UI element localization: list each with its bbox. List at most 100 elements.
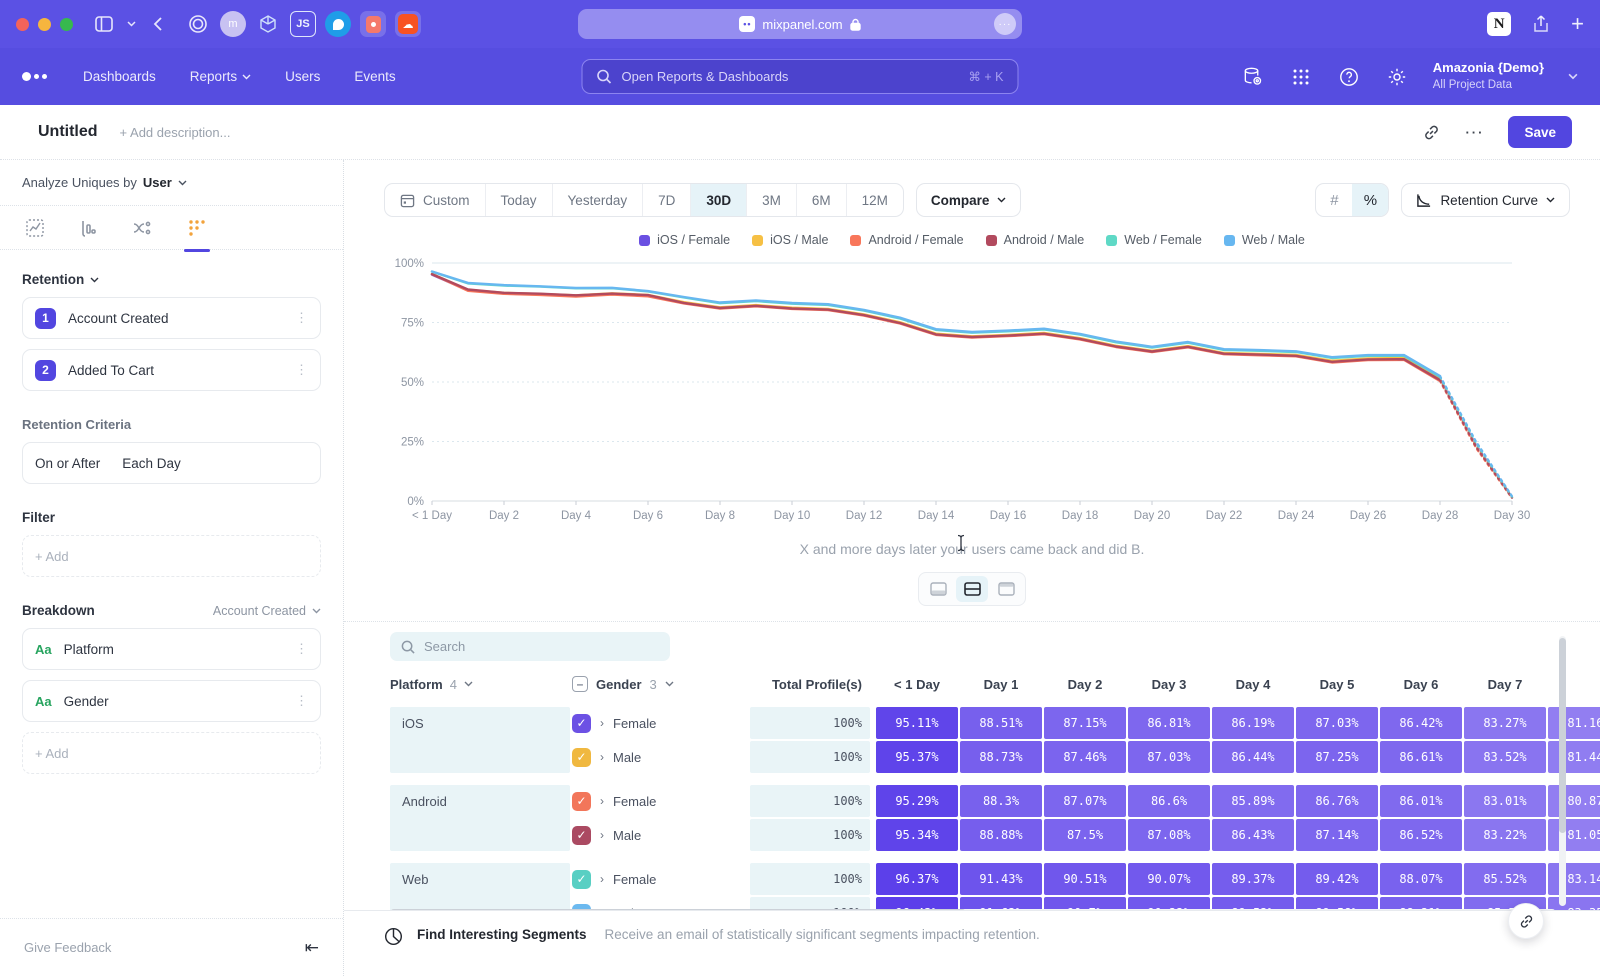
- share-icon[interactable]: [1533, 15, 1549, 33]
- extension-ring-icon[interactable]: [185, 11, 211, 37]
- vertical-scrollbar[interactable]: [1559, 636, 1566, 906]
- more-options-button[interactable]: ···: [1465, 125, 1484, 140]
- kebab-menu-icon[interactable]: ⋮: [295, 362, 308, 378]
- tab-retention[interactable]: [188, 206, 206, 250]
- tab-insights[interactable]: [26, 206, 44, 250]
- global-search[interactable]: Open Reports & Dashboards ⌘ + K: [582, 59, 1019, 94]
- apps-grid-icon[interactable]: [1289, 65, 1313, 89]
- select-all-checkbox[interactable]: –: [572, 676, 588, 692]
- legend-item[interactable]: iOS / Male: [752, 233, 828, 247]
- kebab-menu-icon[interactable]: ⋮: [295, 693, 308, 709]
- range-today[interactable]: Today: [485, 184, 552, 216]
- chevron-down-icon[interactable]: [125, 11, 137, 37]
- day-column-header[interactable]: Day 6: [1380, 677, 1462, 692]
- kebab-menu-icon[interactable]: ⋮: [295, 310, 308, 326]
- breakdown-gender[interactable]: Aa Gender ⋮: [22, 680, 321, 722]
- back-icon[interactable]: [145, 11, 171, 37]
- compare-button[interactable]: Compare: [916, 183, 1022, 217]
- range-yesterday[interactable]: Yesterday: [552, 184, 643, 216]
- gender-column-header[interactable]: – Gender3: [570, 676, 750, 692]
- chevron-down-icon[interactable]: [178, 180, 187, 186]
- series-checkbox[interactable]: ✓: [572, 714, 591, 733]
- analyze-value-dropdown[interactable]: User: [143, 175, 172, 190]
- retention-section-heading[interactable]: Retention: [22, 272, 321, 287]
- mixpanel-logo[interactable]: [22, 72, 47, 81]
- help-icon[interactable]: [1337, 65, 1361, 89]
- absolute-numbers-toggle[interactable]: #: [1316, 184, 1352, 216]
- series-checkbox[interactable]: ✓: [572, 748, 591, 767]
- expand-row-icon[interactable]: ›: [600, 828, 604, 842]
- range-custom[interactable]: Custom: [385, 184, 485, 216]
- extension-cube-icon[interactable]: [255, 11, 281, 37]
- layout-split-button[interactable]: [956, 576, 988, 602]
- settings-gear-icon[interactable]: [1385, 65, 1409, 89]
- find-segments-link[interactable]: Find Interesting Segments: [417, 927, 587, 976]
- copy-link-icon[interactable]: [1422, 123, 1441, 142]
- table-search-input[interactable]: Search: [390, 632, 670, 661]
- expand-row-icon[interactable]: ›: [600, 750, 604, 764]
- series-checkbox[interactable]: ✓: [572, 870, 591, 889]
- minimize-window-button[interactable]: [38, 18, 51, 31]
- data-management-icon[interactable]: [1241, 65, 1265, 89]
- retention-step-2[interactable]: 2 Added To Cart ⋮: [22, 349, 321, 391]
- add-description[interactable]: + Add description...: [120, 125, 231, 140]
- extension-js-icon[interactable]: JS: [290, 11, 316, 37]
- series-checkbox[interactable]: ✓: [572, 826, 591, 845]
- nav-item-events[interactable]: Events: [354, 69, 395, 84]
- day-column-header[interactable]: < 1 Day: [876, 677, 958, 692]
- retention-step-1[interactable]: 1 Account Created ⋮: [22, 297, 321, 339]
- series-checkbox[interactable]: ✓: [572, 792, 591, 811]
- breakdown-platform[interactable]: Aa Platform ⋮: [22, 628, 321, 670]
- chart-type-dropdown[interactable]: Retention Curve: [1401, 183, 1570, 217]
- tab-flows[interactable]: [132, 206, 152, 250]
- report-title[interactable]: Untitled: [38, 123, 98, 141]
- expand-row-icon[interactable]: ›: [600, 794, 604, 808]
- retention-criteria-selector[interactable]: On or After Each Day: [22, 442, 321, 484]
- extension-soundcloud-icon[interactable]: ☁: [395, 11, 421, 37]
- expand-row-icon[interactable]: ›: [600, 872, 604, 886]
- range-6m[interactable]: 6M: [796, 184, 846, 216]
- layout-table-only-button[interactable]: [990, 576, 1022, 602]
- browser-sidebar-icon[interactable]: [91, 11, 117, 37]
- chevron-down-icon[interactable]: [1568, 73, 1578, 80]
- tab-funnels[interactable]: [80, 206, 96, 250]
- extension-bird-icon[interactable]: [325, 11, 351, 37]
- criteria-mode[interactable]: On or After: [35, 456, 100, 471]
- kebab-menu-icon[interactable]: ⋮: [295, 641, 308, 657]
- legend-item[interactable]: Android / Male: [986, 233, 1085, 247]
- day-column-header[interactable]: Day 5: [1296, 677, 1378, 692]
- close-window-button[interactable]: [16, 18, 29, 31]
- add-breakdown-button[interactable]: + Add: [22, 732, 321, 774]
- new-tab-icon[interactable]: +: [1571, 13, 1584, 35]
- give-feedback-link[interactable]: Give Feedback: [24, 940, 111, 955]
- address-bar[interactable]: •• mixpanel.com ···: [578, 9, 1022, 39]
- nav-item-users[interactable]: Users: [285, 69, 320, 84]
- nav-item-reports[interactable]: Reports: [190, 69, 251, 84]
- percent-toggle[interactable]: %: [1352, 184, 1388, 216]
- extension-camera-icon[interactable]: [360, 11, 386, 37]
- layout-chart-only-button[interactable]: [922, 576, 954, 602]
- day-column-header[interactable]: Day 1: [960, 677, 1042, 692]
- site-options-button[interactable]: ···: [994, 13, 1016, 35]
- legend-item[interactable]: Android / Female: [850, 233, 963, 247]
- range-12m[interactable]: 12M: [846, 184, 903, 216]
- range-3m[interactable]: 3M: [746, 184, 796, 216]
- project-switcher[interactable]: Amazonia {Demo} All Project Data: [1433, 60, 1544, 93]
- legend-item[interactable]: Web / Male: [1224, 233, 1305, 247]
- day-column-header[interactable]: Day 2: [1044, 677, 1126, 692]
- range-7d[interactable]: 7D: [642, 184, 690, 216]
- maximize-window-button[interactable]: [60, 18, 73, 31]
- add-filter-button[interactable]: + Add: [22, 535, 321, 577]
- notion-icon[interactable]: N: [1487, 12, 1511, 36]
- retention-line-chart[interactable]: 0%25%50%75%100%< 1 DayDay 2Day 4Day 6Day…: [384, 251, 1600, 529]
- day-column-header[interactable]: Day 3: [1128, 677, 1210, 692]
- expand-row-icon[interactable]: ›: [600, 716, 604, 730]
- save-button[interactable]: Save: [1508, 116, 1572, 148]
- legend-item[interactable]: Web / Female: [1106, 233, 1202, 247]
- collapse-sidebar-icon[interactable]: ⇤: [305, 938, 319, 958]
- floating-share-button[interactable]: [1508, 903, 1544, 939]
- day-column-header[interactable]: Day 4: [1212, 677, 1294, 692]
- criteria-interval[interactable]: Each Day: [122, 456, 181, 471]
- range-30d[interactable]: 30D: [690, 184, 746, 216]
- day-column-header[interactable]: Day 7: [1464, 677, 1546, 692]
